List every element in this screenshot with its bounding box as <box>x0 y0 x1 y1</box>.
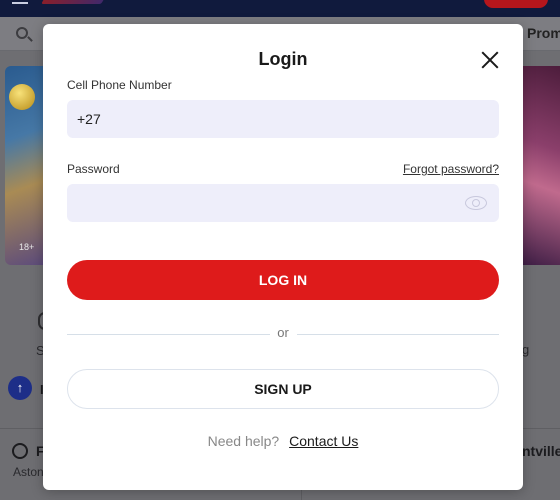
login-button[interactable]: LOG IN <box>67 260 499 300</box>
password-input[interactable] <box>67 184 499 222</box>
eye-icon[interactable] <box>465 196 487 210</box>
help-row: Need help? Contact Us <box>43 433 523 449</box>
signup-button[interactable]: SIGN UP <box>67 369 499 409</box>
login-modal: Login Cell Phone Number Password Forgot … <box>43 24 523 490</box>
contact-us-link[interactable]: Contact Us <box>289 433 358 449</box>
divider-right <box>297 334 499 335</box>
modal-title: Login <box>258 49 308 69</box>
phone-input[interactable] <box>67 100 499 138</box>
or-separator: or <box>277 325 289 340</box>
phone-label: Cell Phone Number <box>67 78 172 92</box>
close-icon[interactable] <box>480 50 500 70</box>
help-text: Need help? <box>207 433 280 449</box>
forgot-password-link[interactable]: Forgot password? <box>403 162 499 176</box>
password-label: Password <box>67 162 120 176</box>
